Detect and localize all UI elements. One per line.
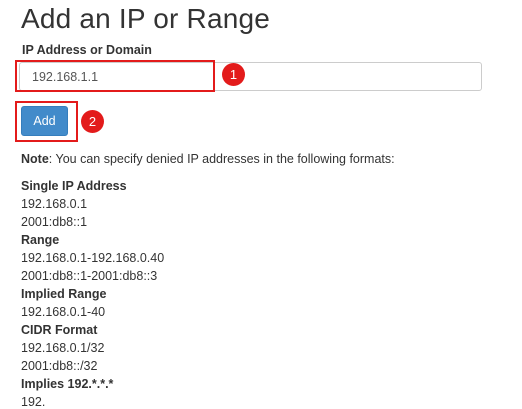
format-heading: Implies 192.*.*.*	[21, 377, 114, 391]
format-heading: Range	[21, 233, 60, 247]
format-example: 192.	[21, 395, 46, 409]
page-title: Add an IP or Range	[21, 3, 271, 34]
ip-address-input[interactable]	[19, 62, 482, 91]
format-list: Single IP Address 192.168.0.1 2001:db8::…	[21, 177, 164, 409]
format-heading: Implied Range	[21, 287, 107, 301]
ip-field-label: IP Address or Domain	[22, 43, 152, 57]
note-text: : You can specify denied IP addresses in…	[48, 152, 395, 166]
format-example: 192.168.0.1-40	[21, 305, 106, 319]
step-1-badge: 1	[222, 63, 245, 86]
format-example: 2001:db8::1	[21, 215, 88, 229]
add-ip-page: Add an IP or Range IP Address or Domain …	[0, 0, 522, 409]
format-heading: Single IP Address	[21, 179, 127, 193]
note-label: Note	[21, 152, 49, 166]
format-example: 192.168.0.1/32	[21, 341, 105, 355]
add-button[interactable]: Add	[21, 106, 68, 136]
step-2-badge: 2	[81, 110, 104, 133]
format-example: 2001:db8::1-2001:db8::3	[21, 269, 158, 283]
format-example: 192.168.0.1	[21, 197, 88, 211]
format-example: 192.168.0.1-192.168.0.40	[21, 251, 165, 265]
format-heading: CIDR Format	[21, 323, 98, 337]
format-example: 2001:db8::/32	[21, 359, 98, 373]
format-note: Note: You can specify denied IP addresse…	[21, 152, 395, 167]
